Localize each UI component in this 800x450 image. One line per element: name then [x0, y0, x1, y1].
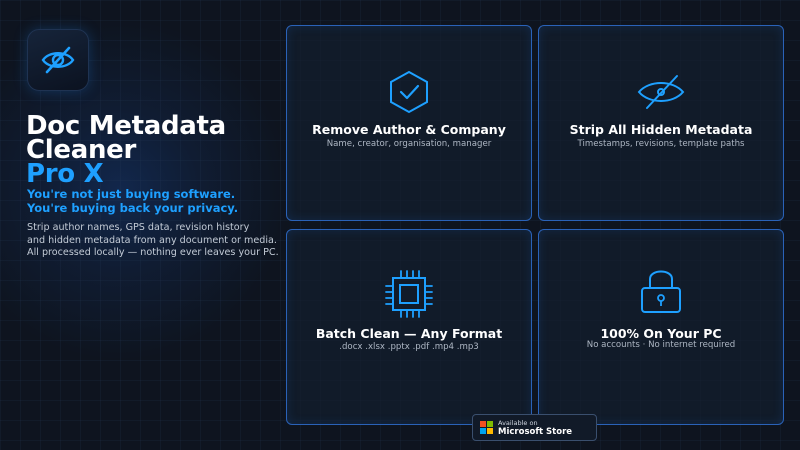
ms-logo-blue	[480, 428, 486, 434]
ms-logo-red	[480, 421, 486, 427]
tagline-line-2: You're buying back your privacy.	[27, 201, 239, 215]
title-accent: Pro X	[26, 159, 104, 189]
shield-check-icon	[390, 70, 428, 114]
feature-subtitle: .docx .xlsx .pptx .pdf .mp4 .mp3	[339, 342, 479, 352]
padlock-icon	[641, 270, 681, 313]
cpu-chip-icon	[385, 270, 433, 318]
feature-card-strip-metadata: Strip All Hidden Metadata Timestamps, re…	[538, 25, 784, 221]
description-line-3: All processed locally — nothing ever lea…	[27, 247, 279, 258]
description-line-1: Strip author names, GPS data, revision h…	[27, 222, 250, 233]
feature-subtitle: No accounts · No internet required	[586, 340, 736, 350]
tagline-line-1: You're not just buying software.	[27, 187, 236, 201]
ms-logo-green	[487, 421, 493, 427]
feature-title: Remove Author & Company	[312, 122, 506, 137]
badge-store-name: Microsoft Store	[498, 426, 573, 437]
feature-subtitle: Timestamps, revisions, template paths	[577, 139, 745, 149]
feature-title: 100% On Your PC	[600, 326, 722, 341]
feature-title: Strip All Hidden Metadata	[569, 122, 753, 137]
ms-logo-yellow	[487, 428, 493, 434]
eye-slash-icon	[637, 75, 685, 109]
app-logo	[27, 29, 89, 91]
product-title: Doc Metadata Cleaner Pro X	[26, 113, 226, 189]
microsoft-store-badge[interactable]: Available on Microsoft Store	[472, 414, 597, 441]
description-line-2: and hidden metadata from any document or…	[27, 234, 277, 246]
feature-card-remove-author: Remove Author & Company Name, creator, o…	[286, 25, 532, 221]
feature-subtitle: Name, creator, organisation, manager	[326, 139, 492, 149]
feature-title: Batch Clean — Any Format	[315, 326, 503, 341]
microsoft-logo-icon	[480, 421, 493, 434]
tagline: You're not just buying software. You're …	[27, 187, 238, 215]
badge-text: Available on Microsoft Store	[498, 419, 572, 437]
feature-card-batch-clean: Batch Clean — Any Format .docx .xlsx .pp…	[286, 229, 532, 425]
feature-card-on-pc: 100% On Your PC No accounts · No interne…	[538, 229, 784, 425]
eye-slash-icon	[41, 46, 75, 74]
description: Strip author names, GPS data, revision h…	[27, 222, 279, 260]
